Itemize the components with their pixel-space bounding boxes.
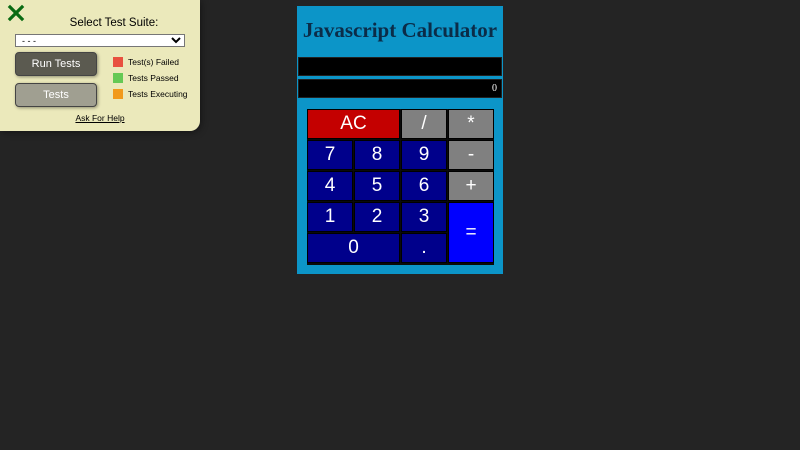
legend-passed: Tests Passed [113, 73, 179, 83]
one-button[interactable]: 1 [307, 202, 353, 232]
eight-button[interactable]: 8 [354, 140, 400, 170]
subtract-button[interactable]: - [448, 140, 494, 170]
test-suite-select[interactable]: - - - [15, 34, 185, 47]
calculator-title: Javascript Calculator [302, 18, 498, 42]
two-button[interactable]: 2 [354, 202, 400, 232]
legend-failed-label: Test(s) Failed [128, 57, 180, 67]
suite-title: Select Test Suite: [69, 17, 159, 29]
legend-executing-label: Tests Executing [128, 89, 188, 99]
legend-failed: Test(s) Failed [113, 57, 179, 67]
clear-button[interactable]: AC [307, 109, 400, 139]
ask-for-help-link[interactable]: Ask For Help [0, 113, 200, 123]
output-display: 0 [298, 79, 502, 98]
add-button[interactable]: + [448, 171, 494, 201]
run-tests-button[interactable]: Run Tests [15, 52, 97, 76]
tests-button[interactable]: Tests [15, 83, 97, 107]
three-button[interactable]: 3 [401, 202, 447, 232]
multiply-button[interactable]: * [448, 109, 494, 139]
calculator: Javascript Calculator 0 AC / * 7 8 9 - 4… [297, 6, 503, 274]
executing-swatch [113, 89, 123, 99]
equals-button[interactable]: = [448, 202, 494, 263]
zero-button[interactable]: 0 [307, 233, 400, 263]
legend-executing: Tests Executing [113, 89, 188, 99]
passed-swatch [113, 73, 123, 83]
divide-button[interactable]: / [401, 109, 447, 139]
legend-passed-label: Tests Passed [128, 73, 179, 83]
test-suite-panel: Select Test Suite: - - - Run Tests Tests… [0, 0, 200, 131]
four-button[interactable]: 4 [307, 171, 353, 201]
formula-display [298, 57, 502, 76]
keypad: AC / * 7 8 9 - 4 5 6 + 1 2 3 = 0 . [307, 109, 494, 265]
decimal-button[interactable]: . [401, 233, 447, 263]
seven-button[interactable]: 7 [307, 140, 353, 170]
failed-swatch [113, 57, 123, 67]
five-button[interactable]: 5 [354, 171, 400, 201]
six-button[interactable]: 6 [401, 171, 447, 201]
nine-button[interactable]: 9 [401, 140, 447, 170]
